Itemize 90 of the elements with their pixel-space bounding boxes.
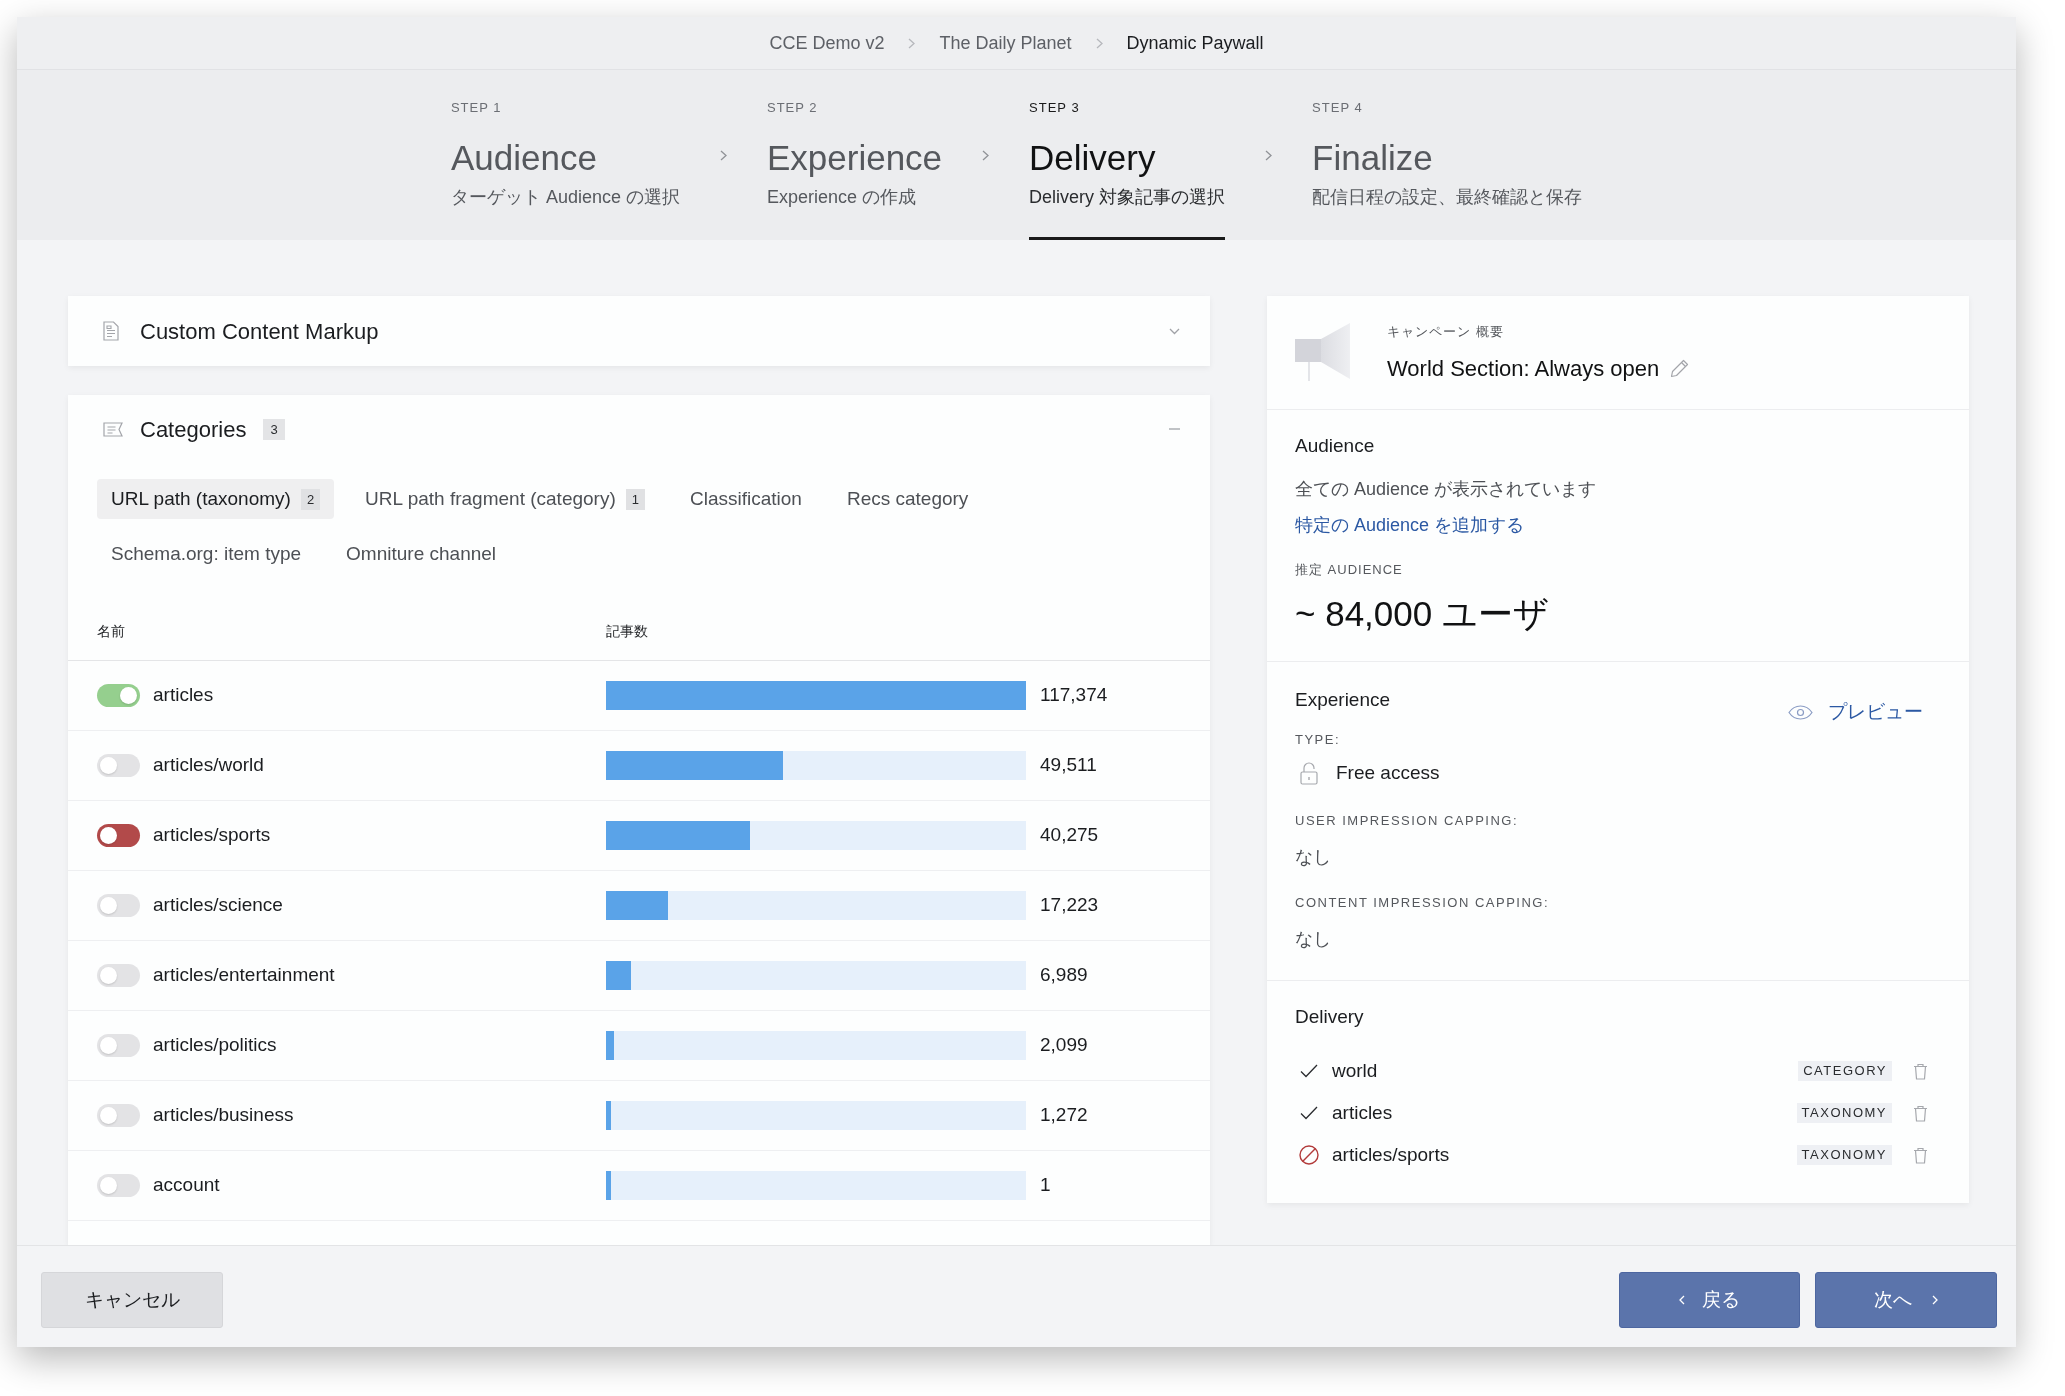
category-tab[interactable]: Omniture channel	[332, 534, 511, 574]
article-count: 40,275	[1040, 823, 1099, 848]
step-tab[interactable]: STEP 2 Experience Experience の作成	[766, 70, 943, 240]
trash-icon[interactable]	[1913, 1062, 1928, 1080]
toggle-switch[interactable]	[97, 754, 140, 777]
breadcrumb-link[interactable]: CCE Demo v2	[769, 32, 885, 54]
audience-estimate: ~ 84,000 ユーザ	[1295, 593, 1549, 635]
preview-link[interactable]: プレビュー	[1788, 700, 1923, 724]
count-badge: 1	[625, 488, 645, 510]
toggle-switch[interactable]	[97, 824, 140, 847]
breadcrumb-link[interactable]: Dynamic Paywall	[1126, 32, 1264, 54]
category-name: articles/business	[153, 1103, 294, 1128]
category-tab[interactable]: Recs category	[832, 479, 983, 519]
next-button[interactable]: 次へ	[1815, 1272, 1997, 1328]
chevron-right-icon	[982, 150, 990, 161]
category-name: articles/science	[153, 893, 283, 918]
pencil-icon[interactable]	[1670, 359, 1690, 378]
category-tab[interactable]: URL path (taxonomy) 2	[97, 479, 335, 519]
audience-description: 全ての Audience が表示されています	[1295, 478, 1597, 501]
section-title: Audience	[1295, 434, 1375, 458]
experience-type: Free access	[1336, 761, 1440, 785]
type-tag: TAXONOMY	[1796, 1103, 1892, 1123]
trash-icon[interactable]	[1913, 1104, 1928, 1122]
summary-label: キャンペーン 概要	[1387, 322, 1504, 340]
toggle-switch[interactable]	[97, 684, 140, 707]
category-name: articles/sports	[153, 823, 271, 848]
cancel-button[interactable]: キャンセル	[41, 1272, 223, 1328]
section-title: Delivery	[1295, 1005, 1364, 1029]
delivery-item-label: articles/sports	[1332, 1143, 1450, 1167]
type-tag: TAXONOMY	[1796, 1145, 1892, 1165]
category-tab[interactable]: URL path fragment (category) 1	[351, 479, 659, 519]
trash-icon[interactable]	[1913, 1146, 1928, 1164]
delivery-item-label: world	[1332, 1059, 1378, 1083]
toggle-switch[interactable]	[97, 1104, 140, 1127]
article-count: 1	[1040, 1173, 1051, 1198]
eye-icon	[1788, 704, 1813, 720]
article-count: 117,374	[1040, 683, 1108, 708]
step-tab[interactable]: STEP 1 Audience ターゲット Audience の選択	[450, 70, 680, 240]
article-count: 49,511	[1040, 753, 1097, 778]
campaign-title: World Section: Always open	[1387, 354, 1660, 383]
column-header: 名前	[97, 622, 126, 641]
field-value: なし	[1295, 928, 1331, 951]
panel-title: Categories	[140, 415, 247, 444]
category-tab[interactable]: Classification	[676, 479, 816, 519]
chevron-right-icon	[1932, 1295, 1938, 1305]
field-label: 推定 AUDIENCE	[1295, 562, 1403, 578]
step-tab[interactable]: STEP 4 Finalize 配信日程の設定、最終確認と保存	[1312, 70, 1583, 240]
field-label: TYPE:	[1295, 732, 1341, 748]
chevron-right-icon	[1095, 37, 1103, 49]
category-tab[interactable]: Schema.org: item type	[97, 534, 316, 574]
category-name: articles/entertainment	[153, 963, 335, 988]
field-label: USER IMPRESSION CAPPING:	[1295, 813, 1519, 829]
field-label: CONTENT IMPRESSION CAPPING:	[1295, 895, 1550, 911]
field-value: なし	[1295, 846, 1331, 869]
ban-icon	[1299, 1145, 1319, 1165]
check-icon	[1300, 1064, 1318, 1078]
column-header: 記事数	[606, 622, 648, 641]
article-count: 1,272	[1040, 1103, 1088, 1128]
category-name: articles/politics	[153, 1033, 277, 1058]
panel-title: Custom Content Markup	[140, 317, 379, 346]
chevron-right-icon	[908, 37, 916, 49]
minus-icon[interactable]	[1169, 428, 1180, 430]
count-badge: 3	[263, 418, 285, 440]
back-button[interactable]: 戻る	[1619, 1272, 1800, 1328]
toggle-switch[interactable]	[97, 1174, 140, 1197]
article-count: 2,099	[1040, 1033, 1088, 1058]
megaphone-icon	[1295, 323, 1351, 382]
section-title: Experience	[1295, 688, 1391, 712]
chevron-right-icon	[1265, 150, 1273, 161]
toggle-switch[interactable]	[97, 1034, 140, 1057]
step-tab[interactable]: STEP 3 Delivery Delivery 対象記事の選択	[1029, 70, 1226, 240]
chevron-down-icon[interactable]	[1169, 327, 1180, 335]
article-count: 17,223	[1040, 893, 1099, 918]
toggle-switch[interactable]	[97, 964, 140, 987]
chevron-left-icon	[1679, 1295, 1685, 1305]
tag-list-icon	[103, 421, 123, 437]
article-count: 6,989	[1040, 963, 1088, 988]
type-tag: CATEGORY	[1798, 1061, 1892, 1081]
breadcrumb-link[interactable]: The Daily Planet	[939, 32, 1072, 54]
add-audience-link[interactable]: 特定の Audience を追加する	[1295, 513, 1525, 537]
category-name: articles	[153, 683, 214, 708]
count-badge: 2	[300, 488, 321, 510]
unlocked-lock-icon	[1300, 761, 1318, 785]
category-name: articles/world	[153, 753, 264, 778]
delivery-item-label: articles	[1332, 1101, 1393, 1125]
toggle-switch[interactable]	[97, 894, 140, 917]
check-icon	[1300, 1106, 1318, 1120]
category-name: account	[153, 1173, 220, 1198]
document-icon	[103, 321, 119, 341]
chevron-right-icon	[719, 150, 727, 161]
